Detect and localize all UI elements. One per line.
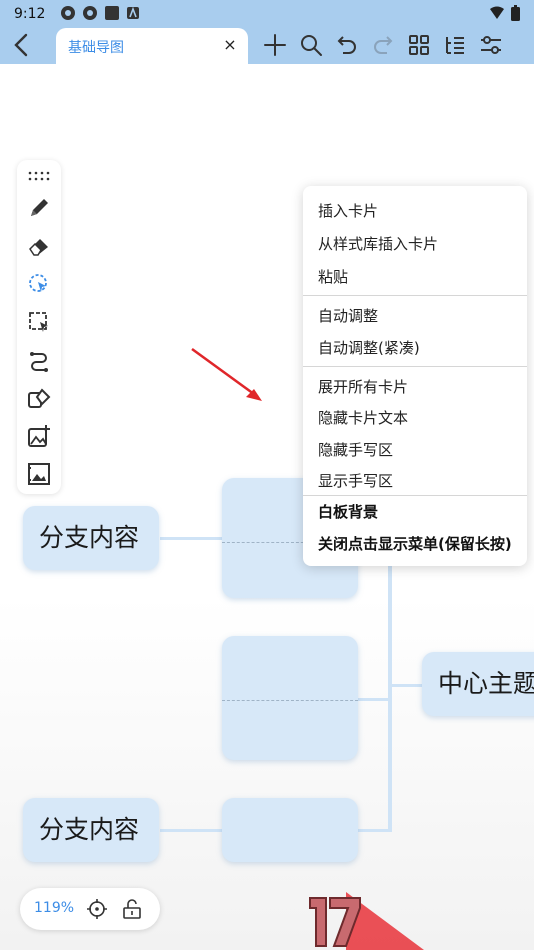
branch-node[interactable]: 分支内容 — [23, 798, 159, 862]
tool-palette — [17, 160, 61, 494]
menu-item-expand-all[interactable]: 展开所有卡片 — [318, 376, 408, 397]
app-notification-icon — [61, 6, 75, 20]
redo-icon[interactable] — [370, 30, 396, 60]
card-node[interactable] — [222, 636, 358, 760]
add-icon[interactable] — [262, 30, 288, 60]
status-system-icons — [489, 5, 520, 21]
zoom-control: 119% — [20, 888, 160, 930]
outline-icon[interactable] — [442, 30, 468, 60]
menu-divider — [303, 366, 527, 367]
connector-line — [160, 537, 224, 540]
menu-item-insert-card[interactable]: 插入卡片 — [318, 200, 378, 221]
settings-sliders-icon[interactable] — [478, 30, 504, 60]
menu-item-auto-adjust-compact[interactable]: 自动调整(紧凑) — [318, 337, 420, 358]
eraser-icon[interactable] — [25, 232, 53, 260]
status-notification-icons — [60, 5, 140, 21]
connector-line — [160, 829, 224, 832]
shape-icon[interactable] — [25, 384, 53, 412]
center-node[interactable]: 中心主题 — [422, 652, 534, 716]
undo-icon[interactable] — [334, 30, 360, 60]
connector-line — [388, 560, 392, 832]
branch-node[interactable]: 分支内容 — [23, 506, 159, 570]
node-label: 分支内容 — [39, 815, 140, 844]
zoom-level[interactable]: 119% — [34, 900, 74, 916]
drag-handle-icon[interactable] — [25, 162, 53, 190]
watermark-logo — [309, 892, 424, 950]
wifi-icon — [490, 6, 504, 19]
back-icon[interactable] — [8, 30, 36, 60]
app-notification-icon — [127, 6, 139, 19]
context-menu: 插入卡片 从样式库插入卡片 粘贴 自动调整 自动调整(紧凑) 展开所有卡片 隐藏… — [303, 186, 527, 566]
app-notification-icon — [105, 6, 119, 20]
tab-close-icon[interactable]: × — [220, 34, 240, 56]
search-icon[interactable] — [298, 30, 324, 60]
image-frame-icon[interactable] — [25, 460, 53, 488]
box-select-icon[interactable] — [25, 308, 53, 336]
menu-item-insert-from-style[interactable]: 从样式库插入卡片 — [318, 233, 438, 254]
tab-mindmap[interactable]: 基础导图 × — [56, 28, 248, 64]
connector-line — [358, 829, 390, 832]
app-notification-icon — [83, 6, 97, 20]
node-label: 分支内容 — [39, 523, 140, 552]
card-node[interactable] — [222, 798, 358, 862]
menu-divider — [303, 295, 527, 296]
connector-line — [358, 698, 390, 701]
menu-item-hide-card-text[interactable]: 隐藏卡片文本 — [318, 407, 408, 428]
pen-icon[interactable] — [25, 194, 53, 222]
locate-center-icon[interactable] — [86, 898, 108, 920]
grid-icon[interactable] — [406, 30, 432, 60]
menu-item-show-handwriting[interactable]: 显示手写区 — [318, 470, 393, 491]
menu-divider — [303, 495, 527, 496]
connector-line — [390, 684, 422, 687]
menu-item-whiteboard-background[interactable]: 白板背景 — [318, 501, 378, 522]
lasso-select-icon[interactable] — [25, 270, 53, 298]
node-label: 中心主题 — [438, 669, 534, 698]
status-time: 9:12 — [14, 6, 46, 22]
unlock-icon[interactable] — [121, 898, 143, 920]
battery-icon — [511, 5, 520, 21]
menu-item-paste[interactable]: 粘贴 — [318, 266, 348, 287]
menu-item-auto-adjust[interactable]: 自动调整 — [318, 305, 378, 326]
app-top-bar: 9:12 基础导图 × — [0, 0, 534, 64]
tab-title: 基础导图 — [68, 40, 124, 56]
connector-icon[interactable] — [25, 346, 53, 374]
insert-image-icon[interactable] — [25, 422, 53, 450]
menu-item-close-tap-menu[interactable]: 关闭点击显示菜单(保留长按) — [318, 533, 512, 554]
menu-item-hide-handwriting[interactable]: 隐藏手写区 — [318, 439, 393, 460]
red-arrow-annotation — [191, 347, 262, 401]
top-toolbar — [262, 30, 504, 60]
